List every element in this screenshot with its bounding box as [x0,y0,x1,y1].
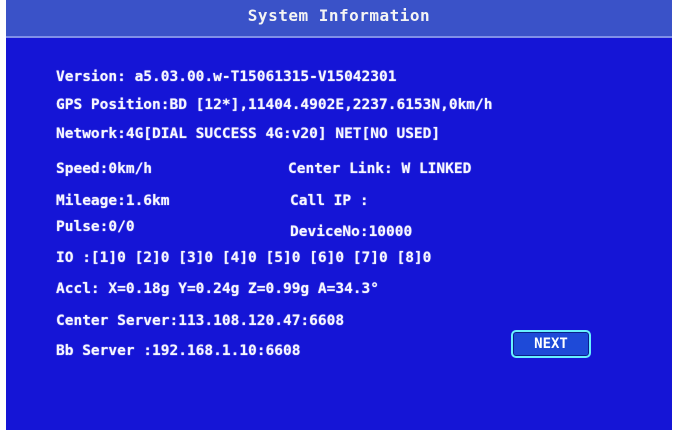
title-bar: System Information [6,0,672,38]
version-line: Version: a5.03.00.w-T15061315-V15042301 [56,69,397,85]
call-ip-line: Call IP : [290,193,369,209]
system-information-screen: System Information Version: a5.03.00.w-T… [6,0,672,430]
accelerometer-line: Accl: X=0.18g Y=0.24g Z=0.99g A=34.3° [56,281,380,297]
mileage-line: Mileage:1.6km [56,193,170,209]
network-line: Network:4G[DIAL SUCCESS 4G:v20] NET[NO U… [56,126,441,142]
gps-position-line: GPS Position:BD [12*],11404.4902E,2237.6… [56,97,493,113]
device-number-line: DeviceNo:10000 [290,224,413,240]
speed-line: Speed:0km/h [56,161,153,177]
device-frame: System Information Version: a5.03.00.w-T… [0,0,676,434]
bb-server-line: Bb Server :192.168.1.10:6608 [56,343,301,359]
pulse-line: Pulse:0/0 [56,219,135,235]
next-button[interactable]: NEXT [511,330,591,358]
center-server-line: Center Server:113.108.120.47:6608 [56,313,345,329]
io-status-line: IO :[1]0 [2]0 [3]0 [4]0 [5]0 [6]0 [7]0 [… [56,250,432,266]
center-link-line: Center Link: W LINKED [288,161,472,177]
screen-title: System Information [247,6,431,25]
